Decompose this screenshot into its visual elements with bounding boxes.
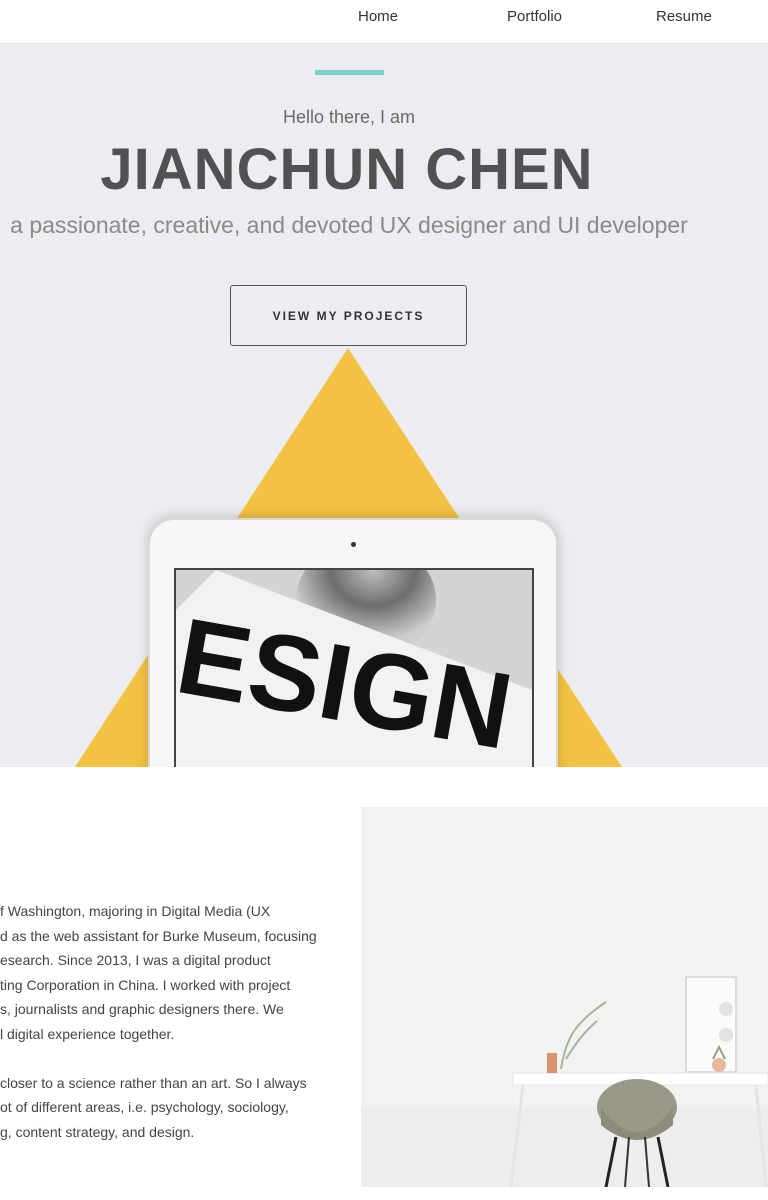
tablet-mockup: ESIGN (148, 518, 558, 767)
hero-greeting: Hello there, I am (282, 107, 416, 127)
bio-line: ting Corporation in China. I worked with… (0, 976, 291, 993)
bio-line: ot of different areas, i.e. psychology, … (0, 1099, 289, 1115)
hero-section: Hello there, I am JIANCHUN CHEN a passio… (0, 44, 768, 767)
nav-portfolio-link[interactable]: Portfolio (507, 8, 562, 25)
nav-resume-link[interactable]: Resume (656, 8, 712, 25)
bio-line: l digital experience together. (0, 1025, 175, 1042)
hero-tagline: a passionate, creative, and devoted UX d… (10, 212, 688, 238)
tablet-screen-image: ESIGN (174, 568, 534, 767)
top-nav: Home Portfolio Resume (0, 0, 768, 44)
bio-line: closer to a science rather than an art. … (0, 1074, 307, 1091)
about-section: f Washington, majoring in Digital Media … (0, 767, 768, 1200)
about-bio-text: f Washington, majoring in Digital Media … (0, 899, 350, 1144)
bio-line: d as the web assistant for Burke Museum,… (0, 927, 317, 944)
design-magazine-photo: ESIGN (176, 570, 532, 767)
view-projects-button[interactable]: VIEW MY PROJECTS (230, 285, 467, 346)
hero-name: JIANCHUN CHEN (100, 137, 594, 202)
tablet-camera (351, 542, 356, 547)
desk-chair-illustration (361, 807, 768, 1187)
accent-bar (315, 70, 384, 75)
bio-line: s, journalists and graphic designers the… (0, 1001, 284, 1017)
bio-line: esearch. Since 2013, I was a digital pro… (0, 952, 271, 968)
bio-line: g, content strategy, and design. (0, 1123, 195, 1140)
bio-line: f Washington, majoring in Digital Media … (0, 903, 271, 919)
workspace-photo (361, 807, 768, 1187)
nav-home-link[interactable]: Home (358, 8, 398, 25)
